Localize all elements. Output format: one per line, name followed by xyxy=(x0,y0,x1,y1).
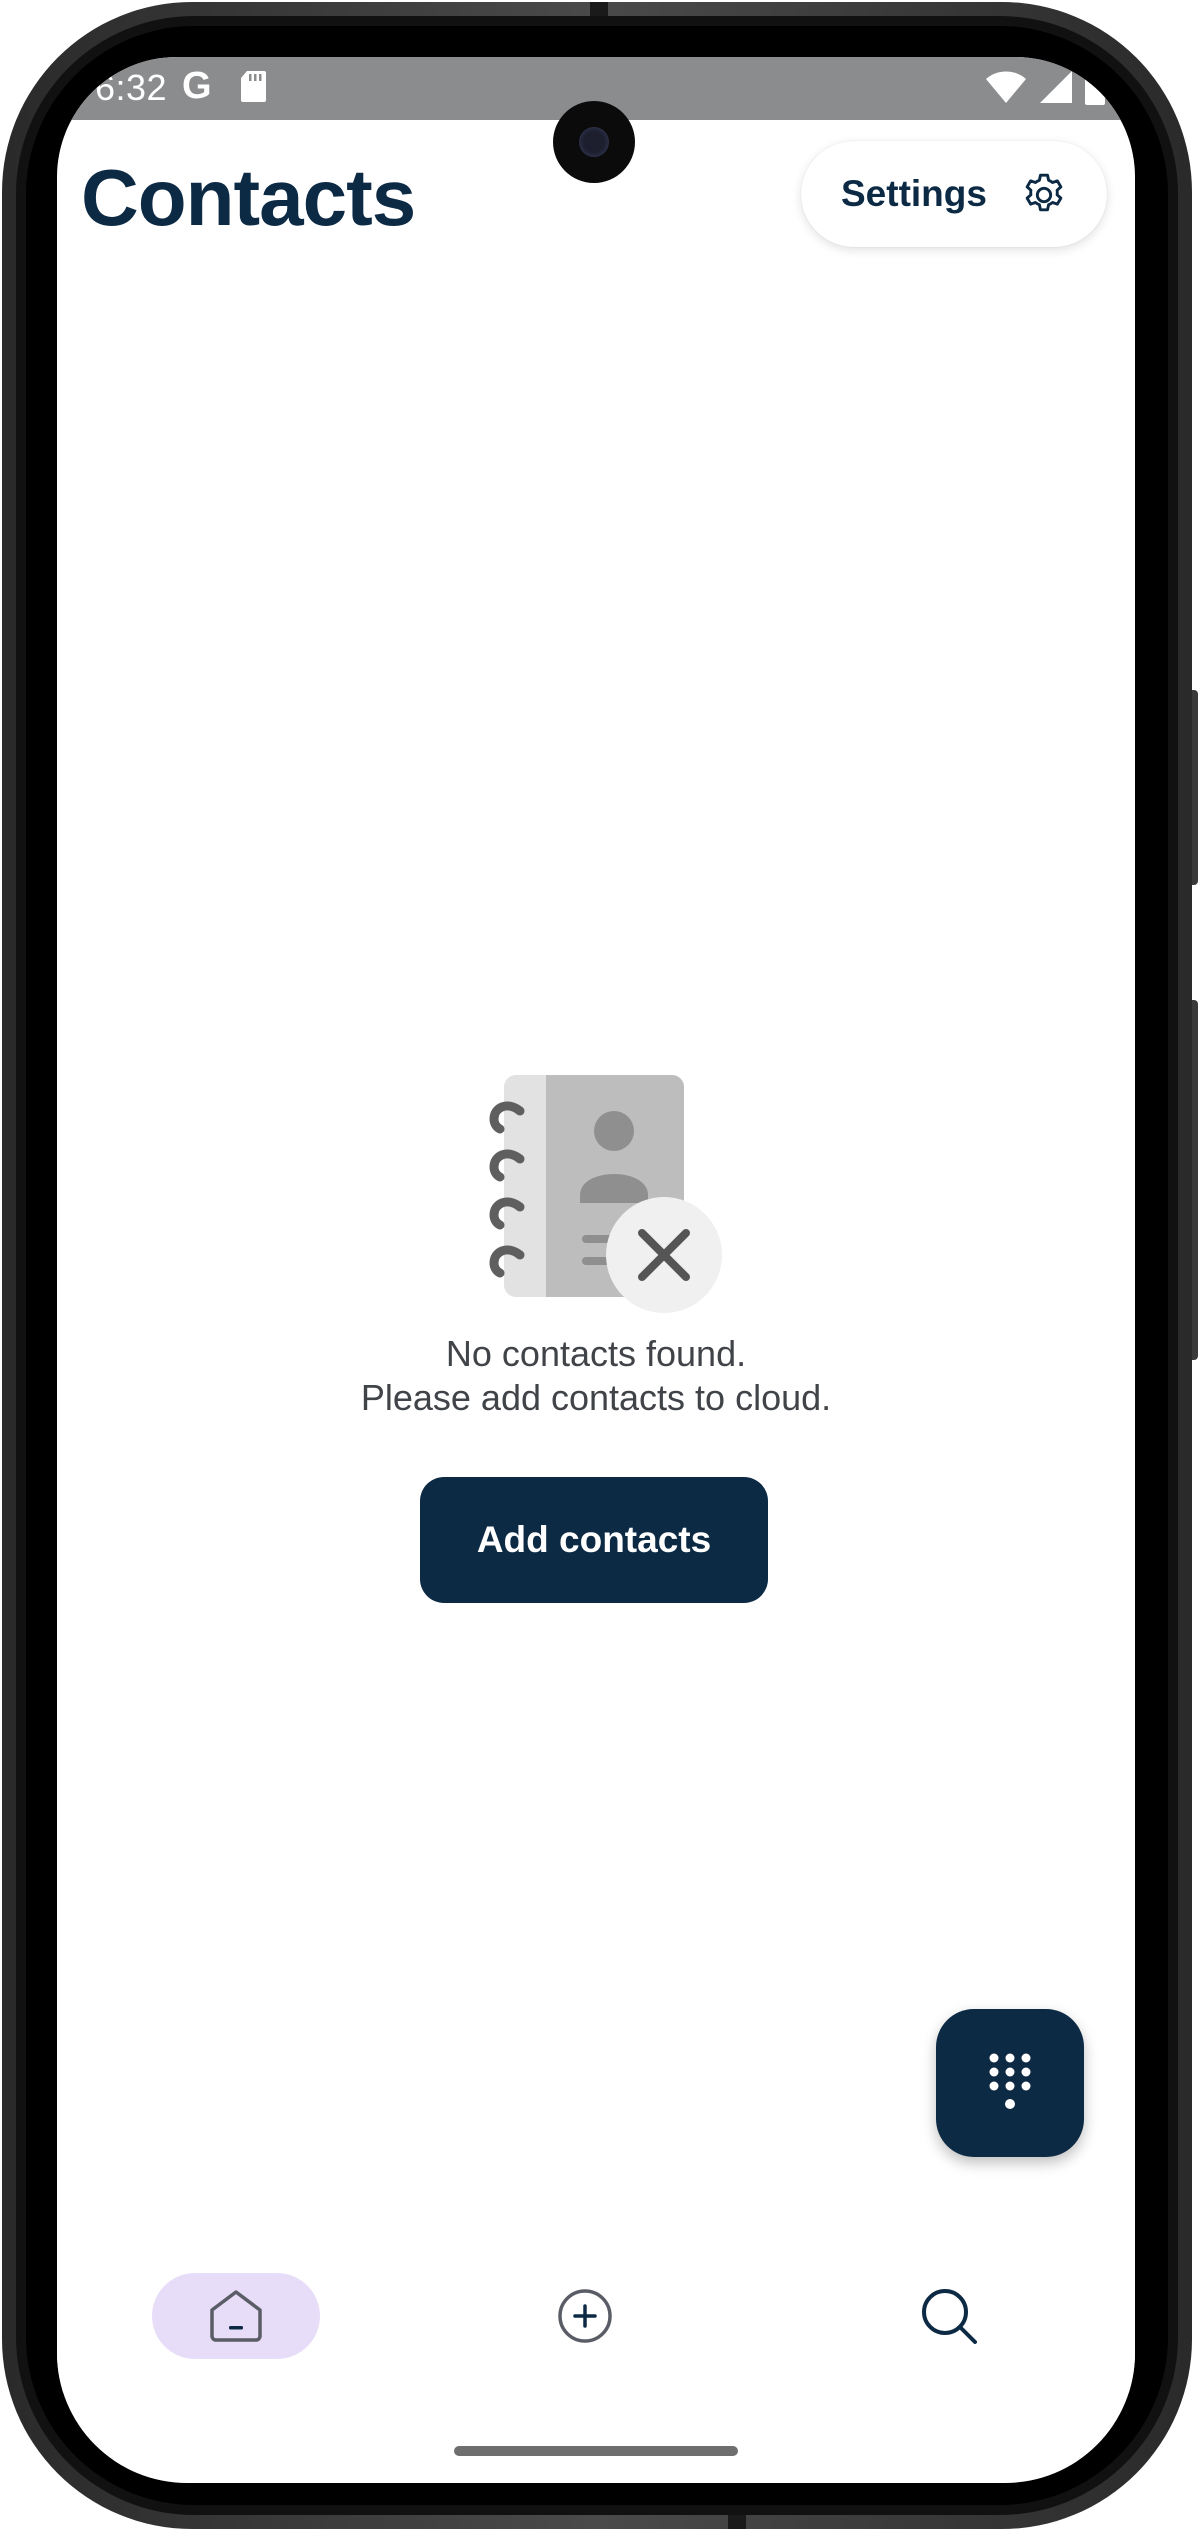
sd-card-icon xyxy=(241,71,266,102)
wifi-icon xyxy=(986,71,1026,103)
gear-icon xyxy=(1025,173,1063,212)
dialpad-fab[interactable] xyxy=(936,2009,1084,2157)
add-contacts-button[interactable]: Add contacts xyxy=(420,1477,768,1603)
settings-label: Settings xyxy=(841,173,987,214)
g-icon: G xyxy=(182,65,212,107)
battery-icon xyxy=(1085,69,1105,105)
camera-lens xyxy=(579,127,609,157)
status-time: 6:32 xyxy=(95,67,168,108)
settings-button[interactable]: Settings xyxy=(801,141,1107,247)
phone-device: 6:32 G Contacts Settings No contacts fou… xyxy=(0,0,1198,2531)
contact-book-with-x-icon xyxy=(489,1075,722,1313)
add-circle-icon xyxy=(558,2289,612,2343)
signal-icon xyxy=(1040,71,1072,103)
empty-state-message: No contacts found. Please add contacts t… xyxy=(57,1332,1135,1420)
nav-search-tab[interactable] xyxy=(909,2276,989,2356)
search-icon xyxy=(922,2289,977,2344)
nav-home-tab[interactable] xyxy=(152,2273,320,2359)
gesture-home-indicator[interactable] xyxy=(454,2446,738,2456)
nav-add-tab[interactable] xyxy=(545,2276,625,2356)
phone-screen: 6:32 G Contacts Settings No contacts fou… xyxy=(57,57,1135,2483)
home-icon xyxy=(210,2290,262,2342)
empty-state-line1: No contacts found. xyxy=(445,1333,747,1374)
front-camera xyxy=(553,101,635,183)
empty-state-line2: Please add contacts to cloud. xyxy=(360,1377,832,1418)
page-title: Contacts xyxy=(81,153,416,242)
dialpad-icon xyxy=(989,2053,1031,2109)
bottom-navigation xyxy=(57,2243,1135,2393)
status-right-icons xyxy=(985,69,1105,105)
